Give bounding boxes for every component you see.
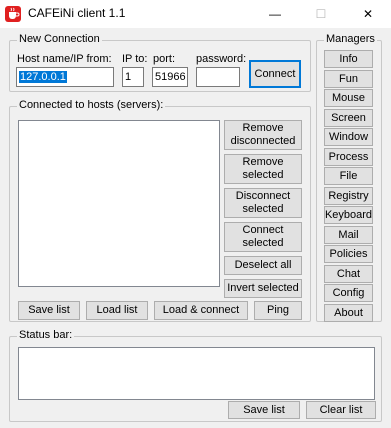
manager-policies-button[interactable]: Policies: [324, 245, 373, 263]
managers-legend: Managers: [324, 33, 377, 45]
status-clear-list-button[interactable]: Clear list: [306, 401, 376, 419]
manager-mail-button[interactable]: Mail: [324, 226, 373, 244]
password-input[interactable]: [196, 67, 240, 87]
minimize-button[interactable]: —: [252, 0, 298, 28]
invert-selected-button[interactable]: Invert selected: [224, 279, 302, 298]
ip-to-label: IP to:: [122, 53, 148, 65]
close-button[interactable]: ✕: [345, 0, 391, 28]
status-bar-legend: Status bar:: [17, 329, 75, 341]
connect-button[interactable]: Connect: [249, 60, 301, 88]
status-log[interactable]: [18, 347, 375, 400]
manager-mouse-button[interactable]: Mouse: [324, 89, 373, 107]
maximize-button[interactable]: ☐: [298, 0, 344, 28]
ip-to-input[interactable]: 1: [122, 67, 144, 87]
port-label: port:: [153, 53, 176, 65]
host-input[interactable]: 127.0.0.1: [16, 67, 114, 87]
save-list-button[interactable]: Save list: [18, 301, 80, 320]
manager-file-button[interactable]: File: [324, 167, 373, 185]
new-connection-legend: New Connection: [17, 33, 102, 45]
ping-button[interactable]: Ping: [254, 301, 302, 320]
manager-window-button[interactable]: Window: [324, 128, 373, 146]
password-label: password:: [196, 53, 247, 65]
disconnect-selected-button[interactable]: Disconnect selected: [224, 188, 302, 218]
connect-selected-button[interactable]: Connect selected: [224, 222, 302, 252]
deselect-all-button[interactable]: Deselect all: [224, 256, 302, 275]
load-list-button[interactable]: Load list: [86, 301, 148, 320]
manager-about-button[interactable]: About: [324, 304, 373, 322]
manager-config-button[interactable]: Config: [324, 284, 373, 302]
status-save-list-button[interactable]: Save list: [228, 401, 300, 419]
manager-chat-button[interactable]: Chat: [324, 265, 373, 283]
manager-registry-button[interactable]: Registry: [324, 187, 373, 205]
main-window: CAFEiNi client 1.1 — ☐ ✕ New Connection …: [0, 0, 391, 428]
remove-selected-button[interactable]: Remove selected: [224, 154, 302, 184]
hosts-listbox[interactable]: [18, 120, 220, 287]
host-input-value: 127.0.0.1: [19, 71, 67, 83]
manager-keyboard-button[interactable]: Keyboard: [324, 206, 373, 224]
manager-process-button[interactable]: Process: [324, 148, 373, 166]
coffee-app-icon: [5, 6, 21, 22]
connected-hosts-legend: Connected to hosts (servers):: [17, 99, 166, 111]
load-and-connect-button[interactable]: Load & connect: [154, 301, 248, 320]
host-label: Host name/IP from:: [17, 53, 112, 65]
title-bar[interactable]: CAFEiNi client 1.1 — ☐ ✕: [0, 0, 391, 28]
new-connection-group: New Connection Host name/IP from: 127.0.…: [9, 33, 311, 92]
manager-fun-button[interactable]: Fun: [324, 70, 373, 88]
remove-disconnected-button[interactable]: Remove disconnected: [224, 120, 302, 150]
status-bar-group: Status bar: Save list Clear list: [9, 329, 382, 422]
connected-hosts-group: Connected to hosts (servers): Remove dis…: [9, 99, 311, 322]
window-title: CAFEiNi client 1.1: [28, 6, 126, 20]
manager-screen-button[interactable]: Screen: [324, 109, 373, 127]
manager-info-button[interactable]: Info: [324, 50, 373, 68]
port-input[interactable]: 51966: [152, 67, 188, 87]
